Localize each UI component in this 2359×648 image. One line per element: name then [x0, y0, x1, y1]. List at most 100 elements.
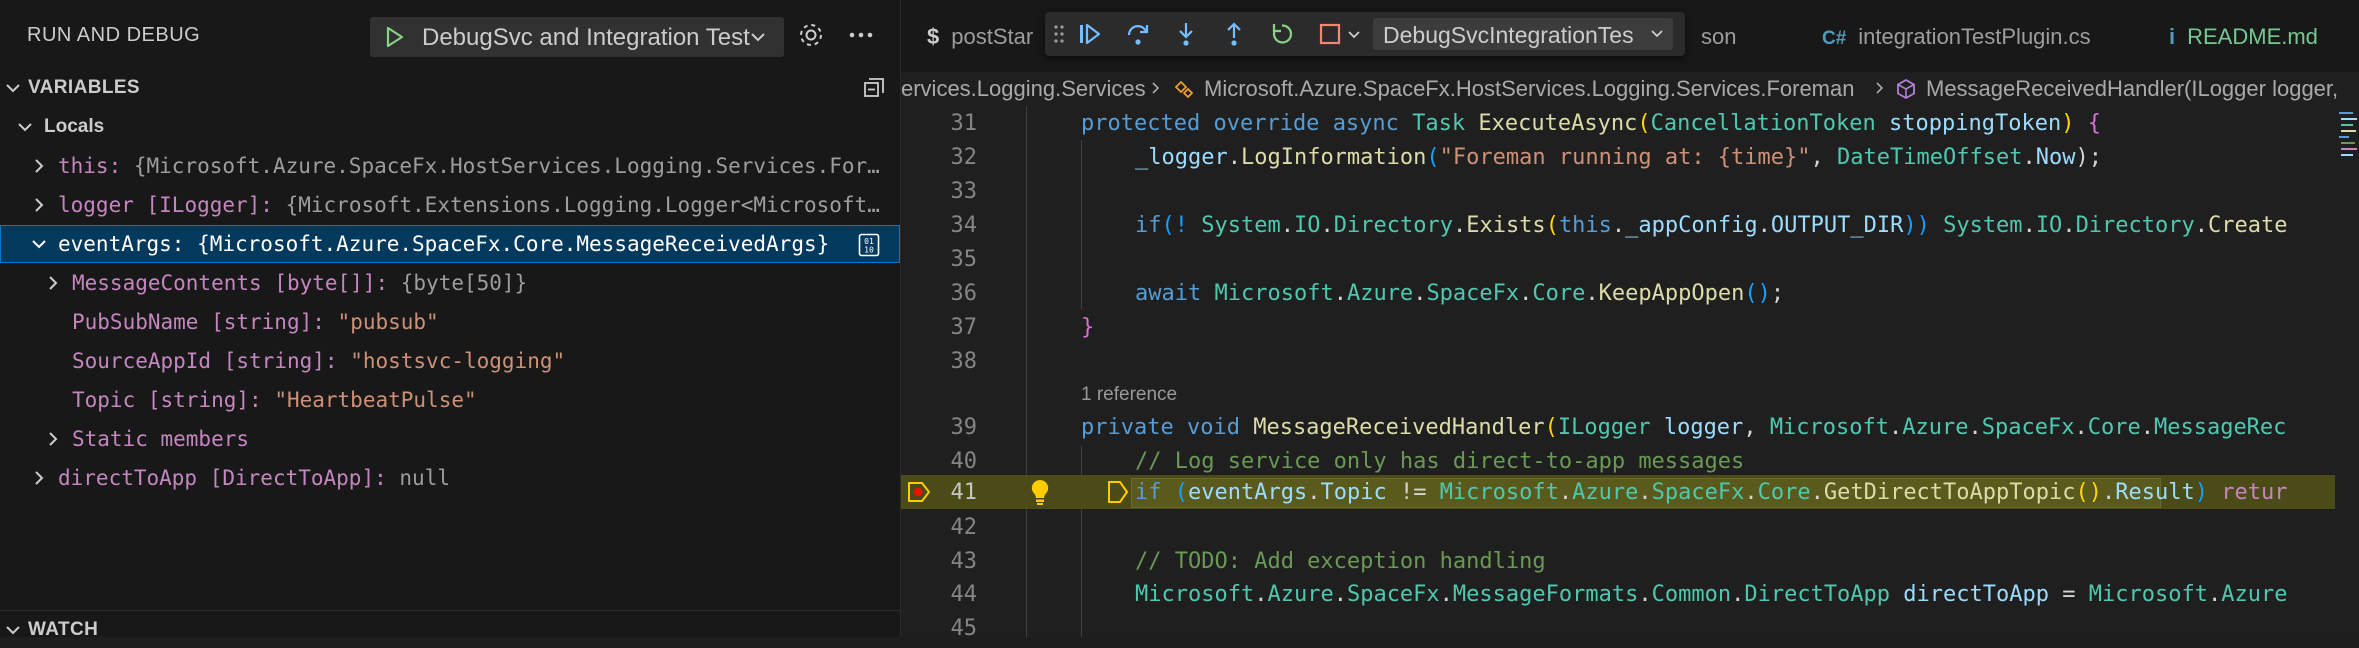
- chevron-down-icon: [1651, 30, 1663, 38]
- variable-row[interactable]: this: {Microsoft.Azure.SpaceFx.HostServi…: [0, 147, 900, 185]
- code-text: Microsoft.Azure.SpaceFx.MessageFormats.C…: [1135, 582, 2288, 607]
- step-out-icon[interactable]: [1221, 21, 1247, 47]
- code-line[interactable]: 33: [901, 174, 2359, 208]
- code-line[interactable]: 37 }: [901, 310, 2359, 344]
- tab-label: postStar: [951, 24, 1034, 49]
- variable-name: logger: [58, 193, 134, 217]
- current-execution-line[interactable]: 41 if (eventArgs.Topic != Microsoft.Azur…: [901, 475, 2359, 509]
- variable-row[interactable]: logger [ILogger]: {Microsoft.Extensions.…: [0, 186, 900, 224]
- code-line[interactable]: 31 protected override async Task Execute…: [901, 106, 2359, 140]
- variable-row[interactable]: MessageContents [byte[]]: {byte[50]}: [0, 264, 900, 302]
- variable-name: this:: [58, 154, 122, 178]
- variable-row[interactable]: directToApp [DirectToApp]: null: [0, 459, 900, 497]
- code-line[interactable]: 34 if(! System.IO.Directory.Exists(this.…: [901, 208, 2359, 242]
- variables-section-header[interactable]: VARIABLES: [0, 70, 900, 106]
- variable-name: PubSubName: [72, 310, 199, 334]
- watch-label: WATCH: [28, 619, 99, 640]
- breadcrumb-method[interactable]: MessageReceivedHandler(ILogger logger,: [1926, 76, 2338, 102]
- chevron-down-icon: [751, 33, 765, 42]
- line-number: 35: [950, 247, 978, 272]
- line-number: 41: [950, 480, 978, 505]
- continue-icon[interactable]: [1077, 21, 1103, 47]
- code-text: private void MessageReceivedHandler(ILog…: [1081, 415, 2287, 440]
- info-file-icon: i: [2169, 24, 2176, 49]
- line-number: 42: [950, 515, 978, 540]
- locals-label: Locals: [44, 116, 105, 137]
- csharp-file-icon: C#: [1822, 28, 1847, 49]
- line-number: 31: [950, 111, 978, 136]
- line-number: 34: [950, 213, 978, 238]
- code-line[interactable]: 40 // Log service only has direct-to-app…: [901, 444, 2359, 478]
- debug-session-select[interactable]: DebugSvcIntegrationTes: [1373, 18, 1673, 50]
- code-line[interactable]: 35: [901, 242, 2359, 276]
- breadcrumb-namespace[interactable]: ervices.Logging.Services: [901, 76, 1146, 102]
- lightbulb-icon[interactable]: [1027, 477, 1053, 507]
- breakpoint-paused-icon[interactable]: [907, 481, 931, 503]
- code-line[interactable]: 32 _logger.LogInformation("Foreman runni…: [901, 140, 2359, 174]
- breadcrumb: ervices.Logging.Services Microsoft.Azure…: [901, 72, 2359, 106]
- tab-json[interactable]: son: [1701, 24, 1736, 50]
- code-text: protected override async Task ExecuteAsy…: [1081, 111, 2101, 136]
- code-line[interactable]: 45: [901, 611, 2359, 637]
- tab-poststart[interactable]: $ postStar: [927, 24, 1033, 50]
- variable-row-selected[interactable]: eventArgs: {Microsoft.Azure.SpaceFx.Core…: [0, 225, 900, 263]
- variable-value: {byte[50]}: [400, 271, 528, 295]
- variable-name: Static members: [72, 427, 250, 451]
- tab-readme[interactable]: i README.md: [2169, 24, 2318, 50]
- code-line[interactable]: 44 Microsoft.Azure.SpaceFx.MessageFormat…: [901, 577, 2359, 611]
- chevron-right-icon: [35, 159, 44, 173]
- step-into-icon[interactable]: [1173, 21, 1199, 47]
- stop-icon[interactable]: [1317, 21, 1343, 47]
- variable-type: [DirectToApp]:: [209, 466, 387, 490]
- variable-value: null: [399, 466, 450, 490]
- line-number: 33: [950, 179, 978, 204]
- step-over-icon[interactable]: [1125, 21, 1151, 47]
- method-icon: [1897, 78, 1915, 100]
- collapse-all-icon[interactable]: [862, 76, 886, 100]
- line-number: 38: [950, 349, 978, 374]
- more-actions-icon[interactable]: [846, 20, 876, 50]
- chevron-down-icon: [18, 123, 32, 132]
- line-number: 44: [950, 582, 978, 607]
- code-line[interactable]: 43 // TODO: Add exception handling: [901, 544, 2359, 578]
- code-text: // Log service only has direct-to-app me…: [1135, 449, 1745, 474]
- variable-row[interactable]: Static members: [0, 420, 900, 458]
- restart-icon[interactable]: [1269, 21, 1295, 47]
- code-line[interactable]: 36 await Microsoft.Azure.SpaceFx.Core.Ke…: [901, 276, 2359, 310]
- line-number: 32: [950, 145, 978, 170]
- variable-value: "HeartbeatPulse": [274, 388, 477, 412]
- code-text: await Microsoft.Azure.SpaceFx.Core.KeepA…: [1135, 281, 1785, 306]
- variable-value: {Microsoft.Extensions.Logging.Logger<Mic…: [285, 193, 880, 217]
- minimap[interactable]: [2335, 106, 2359, 637]
- code-line[interactable]: 39 private void MessageReceivedHandler(I…: [901, 410, 2359, 444]
- codelens-line: 1 reference: [901, 378, 2359, 412]
- variable-name: MessageContents: [72, 271, 262, 295]
- variable-row[interactable]: SourceAppId [string]: "hostsvc-logging": [0, 342, 900, 380]
- chevron-right-icon: [1876, 82, 1884, 94]
- svg-text:10: 10: [864, 246, 874, 255]
- variable-row[interactable]: PubSubName [string]: "pubsub": [0, 303, 900, 341]
- start-debugging-icon[interactable]: [382, 25, 406, 49]
- variables-label: VARIABLES: [28, 77, 140, 98]
- line-number: 39: [950, 415, 978, 440]
- chevron-down-icon[interactable]: [1347, 21, 1361, 47]
- sidebar-header: RUN AND DEBUG DebugSvc and Integration T…: [0, 0, 900, 72]
- line-number: 43: [950, 549, 978, 574]
- code-text: }: [1081, 315, 1095, 340]
- locals-scope[interactable]: Locals: [0, 108, 900, 146]
- watch-section-header[interactable]: WATCH: [0, 612, 900, 648]
- code-line[interactable]: 38: [901, 344, 2359, 378]
- codelens-references[interactable]: 1 reference: [1081, 384, 1177, 406]
- editor-tab-bar: $ postStar son C# integrationTestPlugin.cs…: [901, 0, 2359, 72]
- code-line[interactable]: 42: [901, 510, 2359, 544]
- variable-row[interactable]: Topic [string]: "HeartbeatPulse": [0, 381, 900, 419]
- chevron-right-icon: [35, 471, 44, 485]
- view-binary-data-icon[interactable]: 01 10: [858, 233, 880, 257]
- gear-icon[interactable]: [796, 20, 826, 50]
- breadcrumb-class[interactable]: Microsoft.Azure.SpaceFx.HostServices.Log…: [1204, 76, 1854, 102]
- tab-integrationtestplugin[interactable]: C# integrationTestPlugin.cs: [1822, 24, 2091, 50]
- drag-handle-icon[interactable]: [1053, 24, 1065, 44]
- debug-config-dropdown[interactable]: DebugSvc and Integration Test: [370, 17, 784, 57]
- chevron-right-icon: [1152, 82, 1160, 94]
- variable-type: [string]:: [147, 388, 262, 412]
